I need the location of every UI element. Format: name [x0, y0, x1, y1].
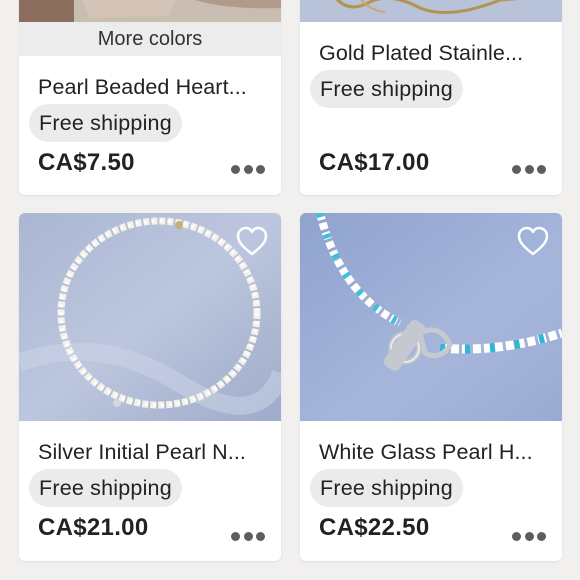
listing-image[interactable] [19, 213, 281, 421]
listing-image[interactable] [19, 0, 281, 22]
free-shipping-badge: Free shipping [29, 469, 182, 507]
listing-card[interactable]: White Glass Pearl H... Free shipping CA$… [300, 213, 562, 561]
listing-title[interactable]: Silver Initial Pearl N... [38, 439, 270, 465]
free-shipping-badge: Free shipping [29, 104, 182, 142]
listing-price: CA$7.50 [38, 149, 135, 176]
free-shipping-badge: Free shipping [310, 70, 463, 108]
listing-price: CA$22.50 [319, 514, 430, 541]
more-colors-badge: More colors [19, 22, 281, 56]
listing-image[interactable] [300, 0, 562, 22]
heart-outline-icon[interactable] [516, 225, 550, 259]
more-options-icon[interactable] [512, 164, 546, 174]
listing-title[interactable]: Gold Plated Stainle... [319, 40, 551, 66]
listing-card[interactable]: Gold Plated Stainle... Free shipping CA$… [300, 0, 562, 195]
heart-outline-icon[interactable] [235, 225, 269, 259]
listing-price: CA$17.00 [319, 149, 430, 176]
free-shipping-badge: Free shipping [310, 469, 463, 507]
listing-title[interactable]: Pearl Beaded Heart... [38, 74, 270, 100]
more-options-icon[interactable] [231, 164, 265, 174]
listing-card[interactable]: More colors Pearl Beaded Heart... Free s… [19, 0, 281, 195]
more-options-icon[interactable] [231, 531, 265, 541]
more-options-icon[interactable] [512, 531, 546, 541]
listing-price: CA$21.00 [38, 514, 149, 541]
listing-card[interactable]: Silver Initial Pearl N... Free shipping … [19, 213, 281, 561]
listing-title[interactable]: White Glass Pearl H... [319, 439, 551, 465]
listing-image[interactable] [300, 213, 562, 421]
